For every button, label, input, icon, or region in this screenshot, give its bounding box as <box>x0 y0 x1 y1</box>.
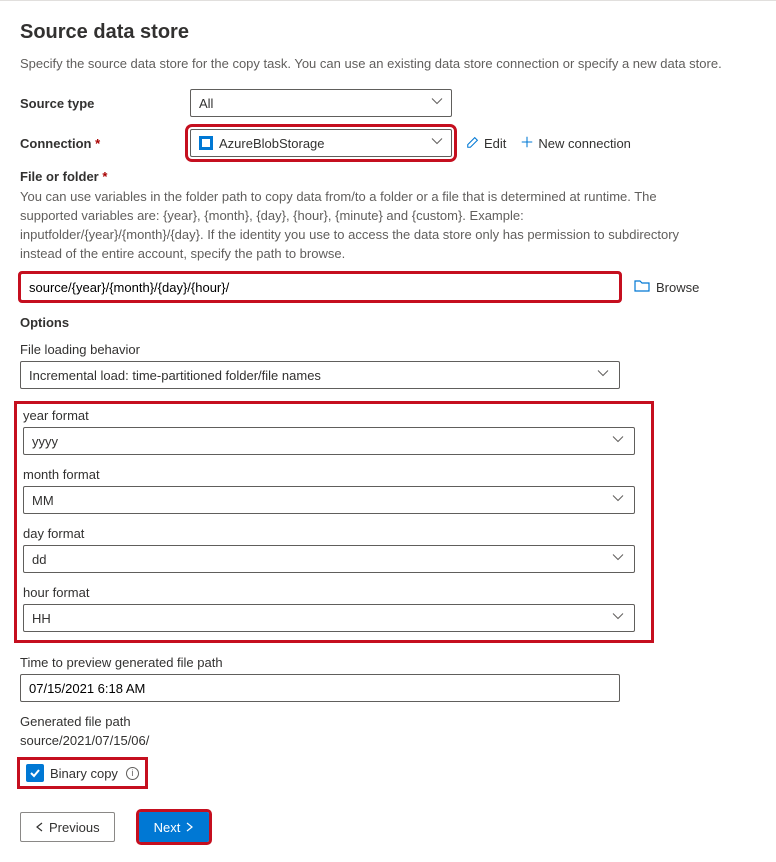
next-button[interactable]: Next <box>139 812 210 842</box>
azure-storage-icon <box>199 136 213 150</box>
month-format-value: MM <box>32 493 54 508</box>
connection-value: AzureBlobStorage <box>219 136 325 151</box>
chevron-down-icon <box>612 611 624 626</box>
edit-connection-button[interactable]: Edit <box>466 135 506 152</box>
file-or-folder-help: You can use variables in the folder path… <box>20 188 680 263</box>
page-description: Specify the source data store for the co… <box>20 56 756 71</box>
chevron-left-icon <box>35 820 45 835</box>
year-format-label: year format <box>23 408 645 423</box>
binary-copy-checkbox[interactable] <box>26 764 44 782</box>
new-connection-button[interactable]: New connection <box>520 135 631 152</box>
hour-format-label: hour format <box>23 585 645 600</box>
folder-icon <box>634 278 650 297</box>
chevron-down-icon <box>431 136 443 151</box>
connection-label: Connection * <box>20 136 190 151</box>
chevron-down-icon <box>612 552 624 567</box>
file-loading-behavior-select[interactable]: Incremental load: time-partitioned folde… <box>20 361 620 389</box>
year-format-select[interactable]: yyyy <box>23 427 635 455</box>
hour-format-select[interactable]: HH <box>23 604 635 632</box>
file-loading-behavior-label: File loading behavior <box>20 342 756 357</box>
binary-copy-label: Binary copy <box>50 766 118 781</box>
edit-icon <box>466 135 480 152</box>
source-type-select[interactable]: All <box>190 89 452 117</box>
time-preview-input[interactable] <box>20 674 620 702</box>
chevron-down-icon <box>612 493 624 508</box>
file-path-input[interactable] <box>20 273 620 301</box>
chevron-right-icon <box>184 820 194 835</box>
time-preview-label: Time to preview generated file path <box>20 655 756 670</box>
browse-button[interactable]: Browse <box>634 278 699 297</box>
file-or-folder-label: File or folder * <box>20 169 756 184</box>
year-format-value: yyyy <box>32 434 58 449</box>
file-loading-behavior-value: Incremental load: time-partitioned folde… <box>29 368 321 383</box>
day-format-select[interactable]: dd <box>23 545 635 573</box>
hour-format-value: HH <box>32 611 51 626</box>
day-format-value: dd <box>32 552 46 567</box>
month-format-select[interactable]: MM <box>23 486 635 514</box>
source-type-value: All <box>199 96 213 111</box>
info-icon[interactable]: i <box>126 767 139 780</box>
generated-file-path-label: Generated file path <box>20 714 756 729</box>
chevron-down-icon <box>597 368 609 383</box>
month-format-label: month format <box>23 467 645 482</box>
page-title: Source data store <box>20 21 756 44</box>
day-format-label: day format <box>23 526 645 541</box>
source-type-label: Source type <box>20 96 190 111</box>
previous-button[interactable]: Previous <box>20 812 115 842</box>
connection-select[interactable]: AzureBlobStorage <box>190 129 452 157</box>
generated-file-path-value: source/2021/07/15/06/ <box>20 733 756 748</box>
plus-icon <box>520 135 534 152</box>
chevron-down-icon <box>431 96 443 111</box>
chevron-down-icon <box>612 434 624 449</box>
options-heading: Options <box>20 315 756 330</box>
